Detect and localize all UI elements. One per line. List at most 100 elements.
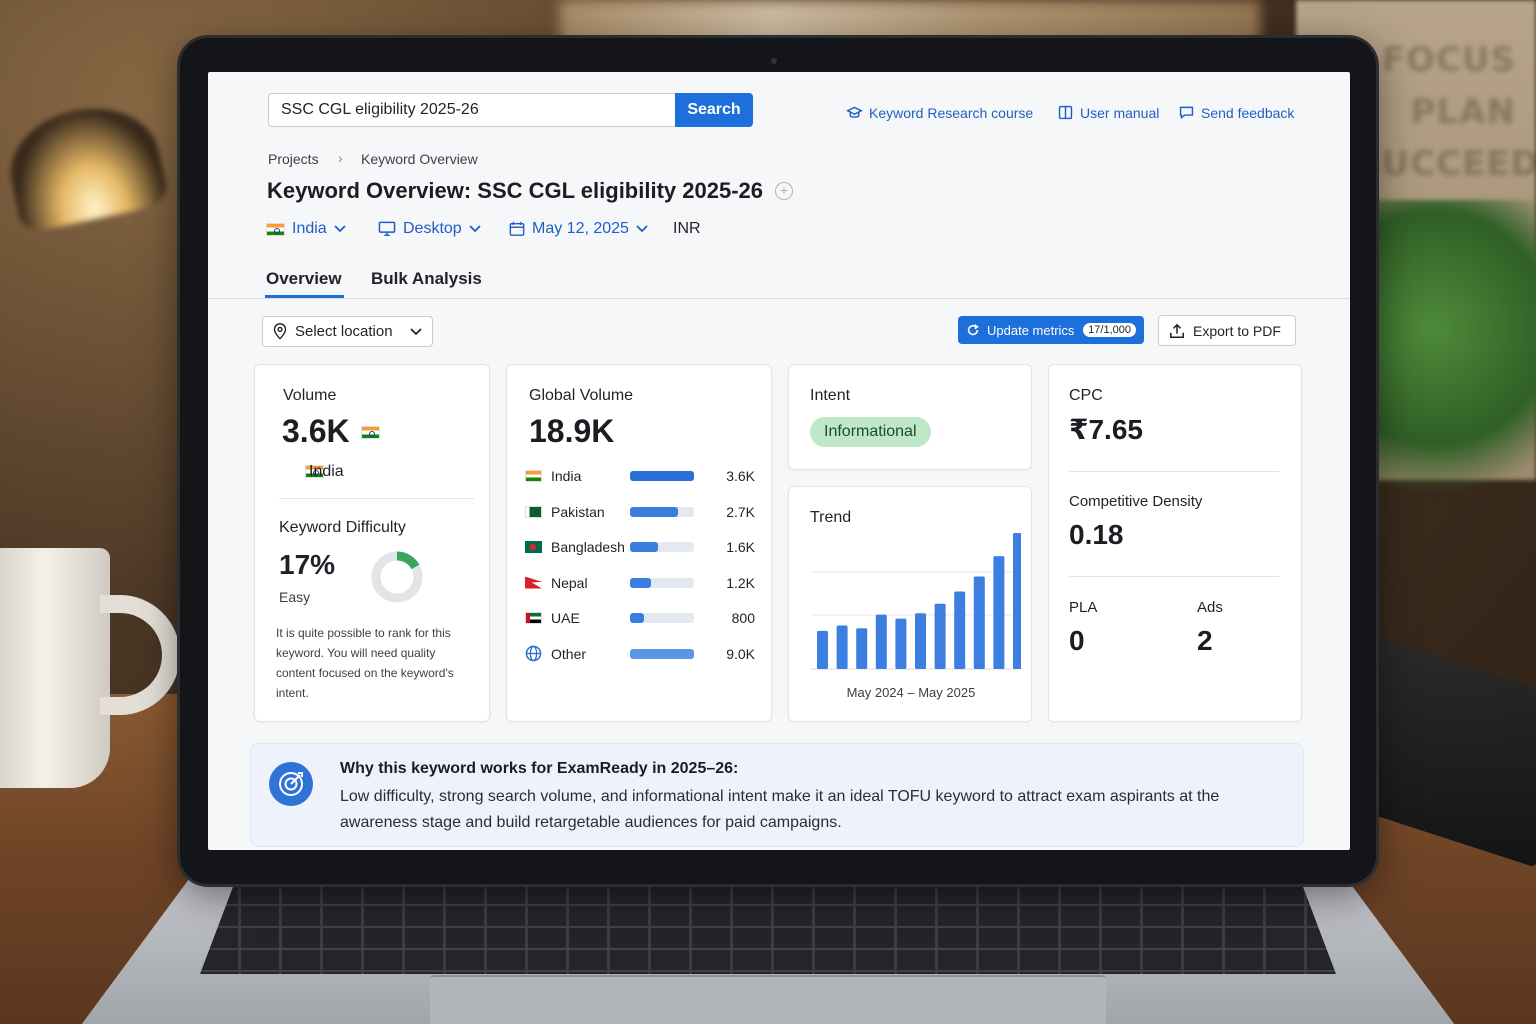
global-volume-bar-fill: [630, 648, 694, 659]
tab-bulk-analysis[interactable]: Bulk Analysis: [371, 269, 482, 289]
card-divider: [1069, 576, 1279, 577]
keyword-difficulty-value: 17%: [279, 549, 336, 580]
message-icon: [1179, 106, 1194, 120]
ads-value: 2: [1197, 625, 1213, 656]
trend-bar: [954, 591, 966, 669]
trend-range: May 2024 – May 2025: [846, 685, 976, 700]
global-volume-bar-fill: [630, 613, 645, 623]
export-pdf-label: Export to PDF: [1193, 322, 1281, 339]
cpc-value: ₹7.65: [1069, 414, 1143, 445]
global-volume-row: Pakistan 2.7K: [525, 502, 755, 522]
keyword-research-course-link[interactable]: Keyword Research course: [846, 104, 1033, 121]
difficulty-donut: [371, 551, 423, 603]
page-title: Keyword Overview: SSC CGL eligibility 20…: [267, 178, 763, 203]
pla-label: PLA: [1069, 599, 1098, 616]
keyword-difficulty-description: It is quite possible to rank for this ke…: [276, 626, 454, 700]
tab-overview[interactable]: Overview: [266, 269, 342, 289]
refresh-icon: [967, 324, 979, 336]
location-select[interactable]: Select location: [262, 316, 433, 347]
volume-value: 3.6K: [282, 413, 350, 449]
calendar-icon: [509, 221, 525, 236]
breadcrumb-current: Keyword Overview: [361, 151, 478, 167]
insight-body: Low difficulty, strong search volume, an…: [340, 788, 1220, 831]
trend-card: Trend May 2024 – May 2025: [788, 486, 1032, 722]
india-flag-icon: [525, 470, 542, 482]
breadcrumb-projects[interactable]: Projects: [268, 151, 319, 167]
send-feedback-link[interactable]: Send feedback: [1178, 104, 1294, 121]
trend-label: Trend: [810, 509, 852, 526]
trackpad: [430, 975, 1106, 1024]
india-flag-icon: [266, 222, 285, 236]
volume-country: India: [309, 463, 344, 480]
pakistan-flag-icon: [525, 505, 542, 518]
device-filter[interactable]: Desktop: [378, 220, 481, 238]
volume-card: Volume 3.6K India Keyword Difficulty 17%…: [254, 364, 490, 722]
update-metrics-quota: 17/1,000: [1083, 323, 1136, 337]
location-pin-icon: [273, 323, 287, 340]
nepal-flag-icon: [525, 576, 542, 589]
global-volume-row: India 3.6K: [525, 466, 755, 486]
global-volume-row: Other 9.0K: [525, 644, 755, 664]
trend-bar: [1013, 533, 1021, 669]
desk-lamp: [0, 95, 170, 235]
global-volume-bar: [630, 613, 694, 623]
trend-bar: [993, 556, 1005, 669]
global-volume-row: UAE 800: [525, 608, 755, 628]
pla-value: 0: [1069, 625, 1085, 656]
device-filter-label: Desktop: [403, 220, 462, 237]
trend-bar: [875, 614, 887, 669]
country-filter[interactable]: India: [266, 220, 346, 238]
uae-flag-icon: [525, 612, 542, 624]
trend-bar: [856, 628, 868, 669]
export-pdf-button[interactable]: Export to PDF: [1158, 315, 1296, 346]
competitive-density-label: Competitive Density: [1069, 493, 1203, 510]
global-volume-bar-fill: [630, 542, 659, 552]
trend-bar: [895, 618, 907, 669]
search-input[interactable]: SSC CGL eligibility 2025-26: [268, 93, 676, 127]
global-volume-bar-fill: [630, 471, 694, 481]
keyword-research-course-label: Keyword Research course: [869, 104, 1034, 121]
add-icon[interactable]: +: [775, 182, 793, 200]
chevron-down-icon: [410, 327, 422, 335]
global-volume-bar: [630, 471, 694, 481]
keyword-difficulty-level: Easy: [279, 589, 311, 605]
global-volume-value: 2.7K: [726, 503, 755, 520]
chevron-down-icon: [636, 225, 648, 233]
upload-icon: [1170, 323, 1184, 338]
wall-word-plan: PLAN: [1410, 92, 1516, 132]
card-divider: [1069, 471, 1279, 472]
wall-word-focus: FOCUS: [1381, 40, 1516, 80]
bangladesh-flag-icon: [525, 541, 542, 553]
keyboard: [200, 884, 1336, 974]
global-volume-country: Bangladesh: [551, 539, 625, 555]
global-volume-bar: [630, 506, 694, 517]
competitive-density-value: 0.18: [1069, 519, 1124, 550]
trend-bar: [836, 625, 848, 669]
user-manual-link[interactable]: User manual: [1057, 104, 1159, 121]
tab-active-indicator: [265, 295, 344, 298]
global-volume-bar: [630, 542, 694, 552]
app-screen: SSC CGL eligibility 2025-26 Search Keywo…: [208, 72, 1350, 850]
intent-badge: Informational: [810, 417, 931, 447]
global-volume-card: Global Volume 18.9K India 3.6K Pakistan 2.7…: [506, 364, 772, 722]
desktop-icon: [378, 221, 396, 236]
global-volume-value: 18.9K: [529, 413, 615, 449]
global-volume-value: 3.6K: [726, 468, 755, 484]
date-filter[interactable]: May 12, 2025: [509, 220, 648, 238]
global-volume-country: UAE: [551, 610, 580, 626]
card-divider: [279, 498, 474, 499]
trend-bar: [973, 576, 985, 669]
graduation-cap-icon: [846, 106, 863, 118]
global-volume-value: 800: [731, 610, 755, 626]
user-manual-label: User manual: [1080, 104, 1160, 121]
webcam: [771, 58, 777, 64]
globe-icon: [525, 645, 542, 662]
intent-card: Intent Informational: [788, 364, 1032, 470]
trend-chart: [811, 533, 1021, 670]
search-button[interactable]: Search: [675, 93, 753, 127]
cpc-card: CPC ₹7.65 Competitive Density 0.18 PLA 0…: [1048, 364, 1302, 722]
global-volume-country: Pakistan: [551, 503, 605, 520]
update-metrics-button[interactable]: Update metrics 17/1,000: [958, 316, 1144, 344]
keyword-difficulty-label: Keyword Difficulty: [279, 519, 406, 536]
global-volume-bar: [630, 577, 694, 588]
